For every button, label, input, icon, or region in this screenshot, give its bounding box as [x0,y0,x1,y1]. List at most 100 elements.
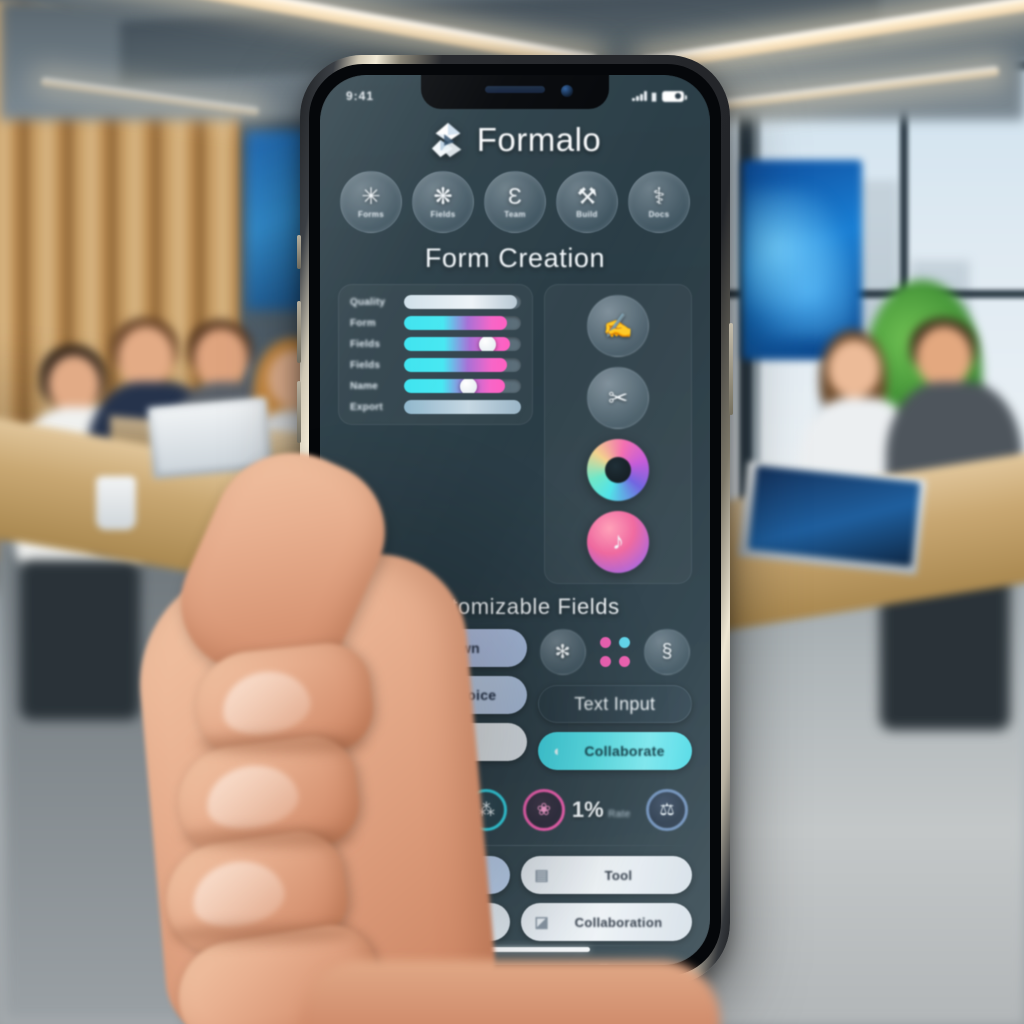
field-pill-validation[interactable]: Validation [338,723,527,761]
nav-label: Forms [358,210,384,219]
feature-pill-tool[interactable]: ▤ Tool [520,856,692,894]
section-title-customizable-fields: Customizable Fields [410,594,620,619]
realtime-icon: ❙ [352,867,365,884]
feature-pill-label: Real-Time [402,867,468,883]
section-divider [338,945,692,946]
analytics-left: ◉ Data-Time Analytics [338,956,579,965]
slider-track[interactable] [404,358,522,372]
slider-knob[interactable] [479,337,497,351]
nav-label: Docs [648,210,670,219]
slider-fill [404,400,522,414]
smartphone-device: 9:41 ▮ Formalo ✳ Forms ❋ Fields Ɛ Team ⚒… [297,55,733,985]
bar-chart-panel: 60 40 20 0 [590,956,692,965]
slider-fill [404,379,505,393]
slider-label: Name [350,380,379,392]
media-icon[interactable]: ♪ [587,511,650,573]
tool-icon: ▤ [534,867,549,884]
laptop-screen [748,465,920,567]
nav-item-forms[interactable]: ✳ Forms [340,171,402,233]
slider-label: Form [350,317,376,329]
chart-y-axis: 60 40 20 0 [599,964,608,965]
feature-pill-collaboration-alt[interactable]: ◪ Collaboration [520,903,692,941]
field-pill-multiple-choice[interactable]: ◗ Multiple-Choice [338,676,527,714]
nav-label: Fields [430,210,456,219]
collaborate-icon: ◖ [551,742,562,760]
color-wheel-icon[interactable] [587,439,650,501]
text-input-pill[interactable]: Text Input [537,685,692,723]
docs-icon: ⚕ [652,183,666,209]
office-chair [20,560,140,720]
slider-label: Quality [350,296,386,308]
slider-track[interactable] [404,316,522,330]
volume-down-button[interactable] [297,381,301,443]
front-camera [561,85,573,97]
slider-label: Export [350,401,383,413]
collaborate-pill[interactable]: ◖ Collaborate [537,732,692,770]
slider-panel: Quality Form Fields Fields Name Export [338,284,534,425]
stat-sublabel: Rate [608,808,631,820]
slider-label: Fields [350,338,381,350]
mute-switch[interactable] [297,235,301,269]
slider-track[interactable] [404,400,522,414]
nav-label: Build [576,210,598,219]
slider-track[interactable] [404,379,522,393]
slider-row[interactable]: Name [350,379,522,393]
slider-track[interactable] [404,295,522,309]
nav-item-build[interactable]: ⚒ Build [556,171,618,233]
laptop-screen [153,401,267,473]
slider-row[interactable]: Fields [350,337,522,351]
field-pill-label: Multiple-Choice [387,687,497,703]
stat-text-block: 1% Rate [572,798,631,822]
wall-display-right-content [744,188,854,338]
signature-icon[interactable]: ✍ [587,295,650,357]
battery-icon [662,90,687,102]
slider-knob[interactable] [460,379,478,393]
stat-forms[interactable]: ⌸ 88 Forms [342,789,450,831]
nav-item-team[interactable]: Ɛ Team [484,171,546,233]
collaborate-label: Collaborate [584,743,665,759]
balance-ring-icon[interactable]: ⚖ [646,789,688,831]
stat-sublabel: Forms [419,808,450,820]
volume-up-button[interactable] [297,301,301,363]
fields-row: ⚘ Dropdown ◗ Multiple-Choice Validation … [338,629,692,779]
slider-track[interactable] [404,337,522,351]
home-indicator[interactable] [440,947,590,952]
text-input-label: Text Input [574,693,656,714]
slider-label: Fields [350,359,381,371]
power-button[interactable] [729,323,733,415]
slider-row[interactable]: Quality [350,295,522,309]
signature-field-icon[interactable]: § [643,629,690,675]
field-pill-label: Dropdown [408,640,480,656]
scissors-icon[interactable]: ✂ [587,367,650,429]
feature-pill-label: Tool [604,867,633,883]
feature-pill-realtime[interactable]: ❙ Real-Time [338,856,510,894]
section-divider [338,845,692,846]
slider-row[interactable]: Fields [350,358,522,372]
stat-rate[interactable]: ❀ 1% Rate [522,789,631,831]
form-hex-icon: ⌸ [344,789,382,831]
collaboration-icon: ▬ [352,913,368,931]
feature-row-analytics[interactable]: ◉ Data-Time Analytics [338,956,579,965]
phone-screen: 9:41 ▮ Formalo ✳ Forms ❋ Fields Ɛ Team ⚒… [320,75,710,965]
status-indicators: ▮ [632,90,687,103]
formalo-diamond-logo [429,121,467,159]
team-icon: Ɛ [508,183,522,209]
build-icon: ⚒ [576,183,598,209]
right-field-column: ✻ § Text Input ◖ Collaborate [537,629,692,779]
bar-chart: 60 40 20 0 [599,964,683,965]
nav-item-docs[interactable]: ⚕ Docs [628,171,690,233]
forms-icon: ✳ [361,183,381,209]
dot-grid-icon[interactable] [599,637,630,667]
slider-row[interactable]: Form [350,316,522,330]
slider-fill [404,316,508,330]
activity-ring-icon[interactable]: ⁂ [465,789,508,831]
nav-label: Team [504,210,526,219]
sparkle-icon[interactable]: ✻ [539,629,586,675]
nav-item-fields[interactable]: ❋ Fields [412,171,474,233]
slider-row[interactable]: Export [350,400,522,414]
app-title: Formalo [476,121,602,158]
feature-pill-collaboration[interactable]: ▬ Collaboration [338,903,510,941]
field-pill-dropdown[interactable]: ⚘ Dropdown [338,629,527,667]
fields-icon: ❋ [433,183,453,209]
app-brand-header: Formalo [338,121,692,159]
